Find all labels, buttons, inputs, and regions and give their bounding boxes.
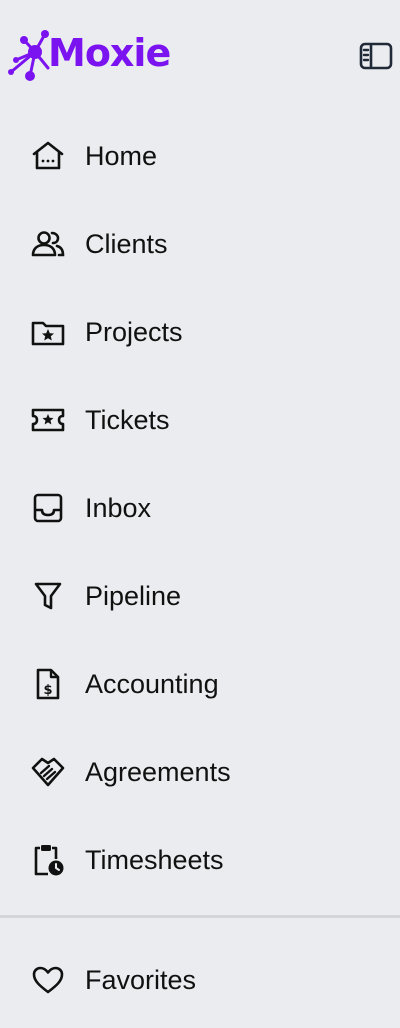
ticket-icon [30, 403, 66, 437]
sidebar: Moxie Home Clients Projects Tickets Inbo… [0, 0, 400, 1028]
nav-item-projects[interactable]: Projects [0, 288, 400, 376]
inbox-icon [30, 491, 66, 525]
nav-item-accounting[interactable]: $ Accounting [0, 640, 400, 728]
nav-item-agreements[interactable]: Agreements [0, 728, 400, 816]
collapse-sidebar-button[interactable] [358, 40, 394, 72]
nav-item-pipeline[interactable]: Pipeline [0, 552, 400, 640]
svg-text:$: $ [43, 683, 52, 698]
main-nav: Home Clients Projects Tickets Inbox Pipe… [0, 112, 400, 904]
nav-item-label: Inbox [85, 493, 152, 523]
molecule-logo-icon [8, 30, 50, 81]
filter-icon [30, 579, 66, 613]
handshake-icon [30, 755, 66, 789]
brand-name: Moxie [48, 31, 171, 75]
users-icon [30, 227, 66, 261]
nav-item-clients[interactable]: Clients [0, 200, 400, 288]
nav-item-label: Agreements [85, 757, 231, 787]
folder-star-icon [30, 315, 66, 349]
divider [0, 915, 400, 918]
nav-item-inbox[interactable]: Inbox [0, 464, 400, 552]
nav-item-home[interactable]: Home [0, 112, 400, 200]
nav-item-label: Favorites [85, 965, 197, 995]
nav-item-label: Accounting [85, 669, 219, 699]
sidebar-collapse-icon [359, 42, 393, 70]
invoice-icon: $ [30, 667, 66, 701]
home-icon [30, 139, 66, 173]
moxie-logo[interactable]: Moxie [8, 28, 171, 86]
nav-item-label: Pipeline [85, 581, 182, 611]
nav-item-tickets[interactable]: Tickets [0, 376, 400, 464]
nav-item-label: Tickets [85, 405, 170, 435]
nav-item-label: Clients [85, 229, 168, 259]
nav-item-favorites[interactable]: Favorites [0, 936, 400, 1024]
nav-item-label: Home [85, 141, 158, 171]
nav-item-timesheets[interactable]: Timesheets [0, 816, 400, 904]
nav-item-label: Timesheets [85, 845, 224, 875]
nav-item-label: Projects [85, 317, 183, 347]
clipboard-clock-icon [30, 843, 66, 877]
heart-icon [30, 963, 66, 997]
sidebar-header: Moxie [0, 0, 400, 112]
